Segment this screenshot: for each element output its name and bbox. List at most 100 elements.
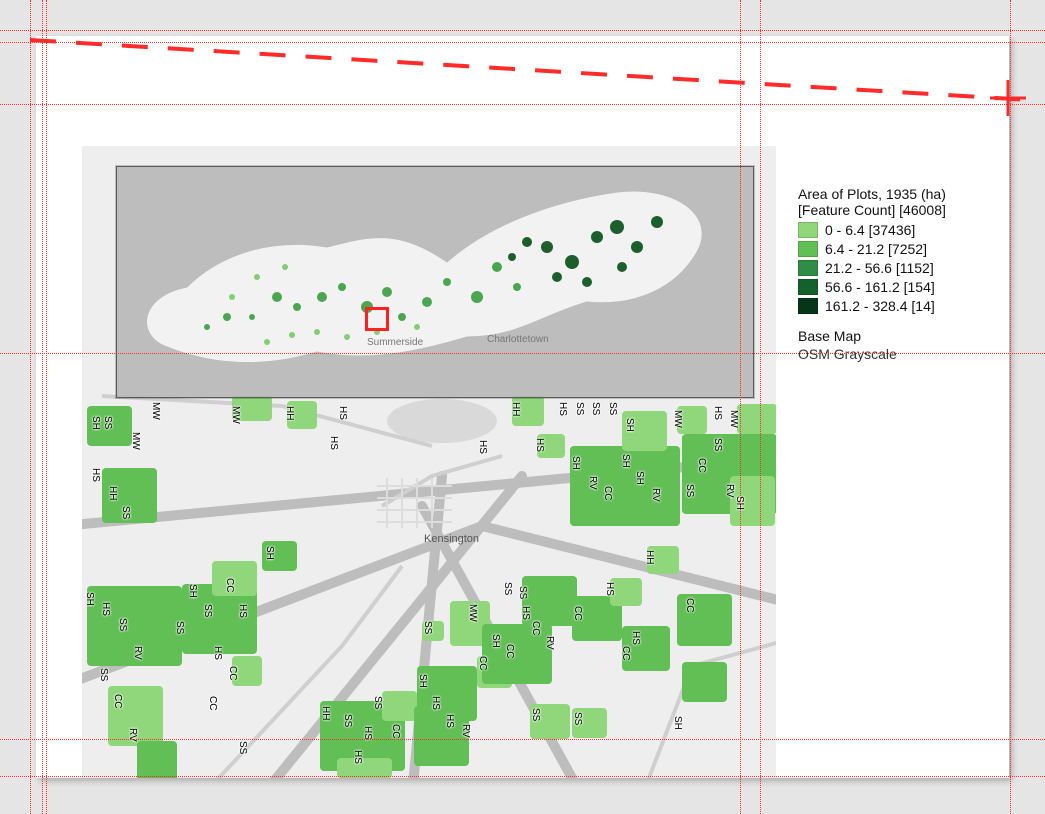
plot-label: HS <box>328 436 338 450</box>
plot-label: CC <box>390 724 400 738</box>
plot-label: HH <box>644 550 654 564</box>
plot-polygon <box>682 662 727 702</box>
plot-label: SS <box>117 618 127 631</box>
legend-swatch <box>798 222 818 238</box>
plot-label: RV <box>132 646 142 660</box>
plot-label: HS <box>362 726 372 740</box>
legend-title-line2: [Feature Count] [46008] <box>798 202 1038 218</box>
plot-label: CC <box>112 694 122 708</box>
legend-label: 6.4 - 21.2 [7252] <box>825 241 927 257</box>
plot-label: MW <box>150 402 160 420</box>
plot-label: SH <box>672 716 682 730</box>
plot-label: MW <box>230 406 240 424</box>
legend-title: Area of Plots, 1935 (ha) [Feature Count]… <box>798 186 1038 218</box>
plot-label: SH <box>634 471 644 485</box>
plot-label: HS <box>520 606 530 620</box>
plot-label: HS <box>237 604 247 618</box>
plot-label: RV <box>544 636 554 650</box>
plot-label: HS <box>352 750 362 764</box>
plot-label: HS <box>712 406 722 420</box>
plot-label: CC <box>620 646 630 660</box>
overview-island: Summerside Charlottetown <box>117 167 753 397</box>
plot-label: SS <box>174 621 184 634</box>
legend-swatch <box>798 279 818 295</box>
town-label: Kensington <box>424 534 479 545</box>
plot-label: HH <box>320 706 330 720</box>
plot-label: SH <box>570 456 580 470</box>
plot-label: HH <box>284 406 294 420</box>
legend-basemap-heading: Base Map <box>798 328 1038 344</box>
plot-label: CC <box>207 696 217 710</box>
plot-label: SS <box>102 416 112 429</box>
legend-label: 21.2 - 56.6 [1152] <box>825 260 934 276</box>
plot-label: SS <box>574 402 584 415</box>
plot-label: SS <box>502 582 512 595</box>
legend-label: 161.2 - 328.4 [14] <box>825 298 935 314</box>
svg-text:Charlottetown: Charlottetown <box>487 334 549 345</box>
plot-label: SH <box>187 584 197 598</box>
plot-label: CC <box>602 486 612 500</box>
print-layout-page[interactable]: Kensington SHSSHSHHSSSHHSSSRVSSCCRVSHSSS… <box>36 36 1009 778</box>
overview-extent-rect <box>365 307 389 331</box>
plot-label: RV <box>724 484 734 498</box>
plot-label: SS <box>422 621 432 634</box>
plot-label: RV <box>127 728 137 742</box>
legend-item: 56.6 - 161.2 [154] <box>798 279 1038 295</box>
plot-polygon <box>137 741 177 778</box>
legend-title-line1: Area of Plots, 1935 (ha) <box>798 186 1038 202</box>
plot-label: SS <box>530 708 540 721</box>
plot-label: HS <box>604 582 614 596</box>
plot-label: SH <box>490 634 500 648</box>
legend-swatch <box>798 260 818 276</box>
legend-swatch <box>798 241 818 257</box>
plot-label: CC <box>684 598 694 612</box>
plot-label: RV <box>587 476 597 490</box>
legend-basemap-value: OSM Grayscale <box>798 346 1038 362</box>
plot-label: SS <box>712 438 722 451</box>
plot-label: CC <box>477 656 487 670</box>
plot-label: SS <box>98 668 108 681</box>
svg-text:Summerside: Summerside <box>367 337 424 348</box>
overview-map-frame[interactable]: Summerside Charlottetown <box>116 166 754 398</box>
plot-label: HS <box>100 602 110 616</box>
plot-label: CC <box>572 606 582 620</box>
plot-label: SS <box>607 402 617 415</box>
plot-label: MW <box>728 410 738 428</box>
plot-polygon <box>737 404 776 434</box>
plot-label: SH <box>624 418 634 432</box>
plot-label: RV <box>650 488 660 502</box>
plot-label: HS <box>557 402 567 416</box>
plot-polygon <box>337 758 392 778</box>
plot-label: HH <box>510 402 520 416</box>
legend-item: 21.2 - 56.6 [1152] <box>798 260 1038 276</box>
plot-label: RV <box>460 724 470 738</box>
plot-label: HS <box>444 714 454 728</box>
legend-panel: Area of Plots, 1935 (ha) [Feature Count]… <box>798 186 1038 362</box>
plot-label: SS <box>517 586 527 599</box>
legend-item: 0 - 6.4 [37436] <box>798 222 1038 238</box>
plot-polygon <box>382 691 417 721</box>
plot-label: HS <box>90 468 100 482</box>
plot-label: SS <box>572 712 582 725</box>
plot-label: SS <box>684 484 694 497</box>
plot-label: SS <box>237 741 247 754</box>
legend-label: 0 - 6.4 [37436] <box>825 222 915 238</box>
legend-label: 56.6 - 161.2 [154] <box>825 279 935 295</box>
plot-label: HS <box>212 646 222 660</box>
plot-label: MW <box>467 604 477 622</box>
plot-label: SS <box>202 604 212 617</box>
plot-label: CC <box>530 621 540 635</box>
plot-polygon <box>482 624 552 684</box>
plot-label: CC <box>224 578 234 592</box>
plot-label: MW <box>672 410 682 428</box>
plot-label: HS <box>430 696 440 710</box>
plot-label: CC <box>504 644 514 658</box>
plot-label: SS <box>120 506 130 519</box>
plot-label: SH <box>90 416 100 430</box>
legend-item: 161.2 - 328.4 [14] <box>798 298 1038 314</box>
plot-label: HH <box>107 486 117 500</box>
plot-label: HS <box>337 406 347 420</box>
plot-label: HS <box>477 440 487 454</box>
plot-label: SH <box>417 674 427 688</box>
plot-label: CC <box>696 458 706 472</box>
